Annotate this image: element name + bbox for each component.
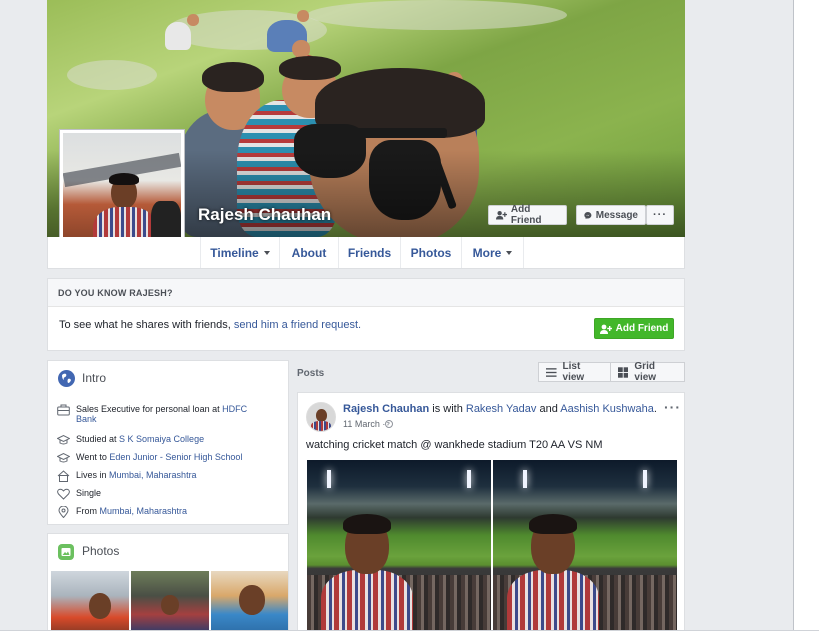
- photos-title: Photos: [82, 544, 120, 558]
- tagged-friend-link[interactable]: Rakesh Yadav: [466, 403, 537, 415]
- photo-thumbnail[interactable]: [211, 571, 288, 633]
- chevron-down-icon: [506, 250, 513, 255]
- heart-icon: [57, 488, 70, 500]
- tab-photos[interactable]: Photos: [400, 237, 461, 268]
- post-photo[interactable]: [307, 460, 491, 633]
- post-options-button[interactable]: ···: [664, 399, 681, 415]
- message-label: Message: [595, 209, 638, 221]
- intro-card: Intro Sales Executive for personal loan …: [47, 360, 289, 525]
- add-friend-icon: [599, 324, 612, 334]
- tab-timeline[interactable]: Timeline: [200, 237, 279, 268]
- list-view-button[interactable]: List view: [538, 361, 611, 383]
- college-link[interactable]: S K Somaiya College: [119, 434, 204, 444]
- messenger-icon: [584, 211, 592, 219]
- intro-relationship: Single: [57, 488, 101, 500]
- add-friend-green-button[interactable]: Add Friend: [594, 318, 674, 339]
- grid-view-button[interactable]: Grid view: [610, 361, 685, 383]
- intro-work: Sales Executive for personal loan at HDF…: [57, 404, 257, 424]
- tab-more[interactable]: More: [461, 237, 524, 268]
- window-bottom-edge: [0, 630, 819, 635]
- photo-thumbnail[interactable]: [51, 571, 129, 633]
- post-card: Rajesh Chauhan is with Rakesh Yadav and …: [297, 392, 685, 634]
- graduation-cap-icon: [57, 434, 70, 445]
- more-options-button[interactable]: ···: [646, 205, 674, 225]
- intro-school: Went to Eden Junior - Senior High School: [57, 452, 242, 464]
- know-text: To see what he shares with friends, send…: [59, 319, 362, 331]
- post-text: watching cricket match @ wankhede stadiu…: [306, 439, 603, 451]
- posts-label: Posts: [297, 368, 325, 379]
- hometown-link[interactable]: Mumbai, Maharashtra: [100, 506, 188, 516]
- location-pin-icon: [58, 506, 69, 518]
- post-author-avatar[interactable]: [306, 402, 336, 432]
- know-heading: DO YOU KNOW RAJESH?: [58, 288, 173, 298]
- tagged-friend-link[interactable]: Aashish Kushwaha: [560, 403, 654, 415]
- intro-lives-in: Lives in Mumbai, Maharashtra: [57, 470, 197, 482]
- list-icon: [546, 367, 557, 377]
- tab-about[interactable]: About: [279, 237, 338, 268]
- photos-card: Photos: [47, 533, 289, 634]
- post-timestamp[interactable]: 11 March ·: [343, 419, 394, 429]
- grid-icon: [618, 366, 629, 378]
- intro-title: Intro: [82, 371, 107, 385]
- intro-college: Studied at S K Somaiya College: [57, 434, 204, 446]
- globe-icon: [385, 420, 394, 428]
- add-friend-label: Add Friend: [510, 204, 542, 226]
- photo-thumbnail[interactable]: [131, 571, 209, 633]
- tab-friends[interactable]: Friends: [338, 237, 400, 268]
- profile-nav: Timeline About Friends Photos More: [47, 237, 685, 269]
- post-header: Rajesh Chauhan is with Rakesh Yadav and …: [343, 403, 657, 415]
- add-friend-icon: [496, 210, 507, 220]
- graduation-cap-icon: [57, 452, 70, 463]
- school-link[interactable]: Eden Junior - Senior High School: [109, 452, 242, 462]
- add-friend-button[interactable]: Add Friend: [488, 204, 567, 226]
- chevron-down-icon: [263, 250, 270, 255]
- do-you-know-box: DO YOU KNOW RAJESH? To see what he share…: [47, 278, 685, 351]
- home-icon: [57, 470, 70, 482]
- message-button[interactable]: Message: [576, 205, 646, 225]
- lives-in-link[interactable]: Mumbai, Maharashtra: [109, 470, 197, 480]
- photos-icon: [58, 544, 74, 560]
- intro-from: From Mumbai, Maharashtra: [57, 506, 187, 518]
- post-author-link[interactable]: Rajesh Chauhan: [343, 403, 429, 415]
- friend-request-link[interactable]: send him a friend request.: [234, 319, 361, 331]
- briefcase-icon: [57, 404, 70, 416]
- post-photo[interactable]: [493, 460, 677, 633]
- globe-icon: [58, 370, 75, 387]
- right-pane: [793, 0, 819, 634]
- profile-name[interactable]: Rajesh Chauhan: [198, 205, 331, 225]
